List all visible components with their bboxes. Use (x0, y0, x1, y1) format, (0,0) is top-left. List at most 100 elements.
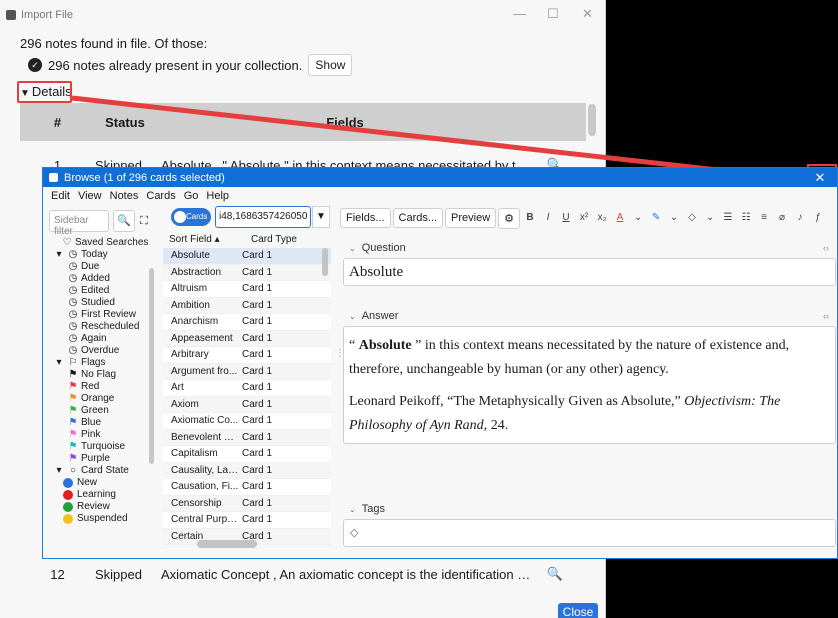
menu-view[interactable]: View (78, 190, 102, 202)
sidebar-item-card-state[interactable]: ▾ ○ Card State (53, 465, 128, 476)
minimize-icon[interactable]: — (513, 6, 526, 21)
menu-edit[interactable]: Edit (51, 190, 70, 202)
sidebar-item-first-review[interactable]: ◷ First Review (67, 309, 136, 320)
card-row[interactable]: Axiom Card 1 (163, 396, 331, 413)
align-icon[interactable]: ≡ (756, 209, 772, 227)
card-row[interactable]: Anarchism Card 1 (163, 314, 331, 331)
microphone-icon[interactable]: ♪ (792, 209, 808, 227)
italic-icon[interactable]: I (540, 209, 556, 227)
card-row[interactable]: Arbitrary Card 1 (163, 347, 331, 364)
card-row[interactable]: Causality, Law of Card 1 (163, 462, 331, 479)
answer-prefix: “ (349, 338, 359, 353)
tags-label[interactable]: ⌄ Tags (349, 503, 385, 515)
tags-field[interactable]: ◇ (343, 519, 836, 547)
attachment-icon[interactable]: ⌀ (774, 209, 790, 227)
sidebar-item-blue[interactable]: ⚑ Blue (67, 417, 102, 428)
question-field[interactable]: Absolute (343, 258, 836, 286)
superscript-icon[interactable]: x² (576, 209, 592, 227)
close-icon[interactable]: ✕ (582, 6, 593, 22)
menu-help[interactable]: Help (206, 190, 229, 202)
cards-button[interactable]: Cards... (392, 208, 444, 228)
tags-label-text: Tags (361, 503, 385, 515)
card-row[interactable]: Argument fro... Card 1 (163, 363, 331, 380)
chevron-down-icon[interactable]: ⌄ (702, 209, 718, 227)
card-row[interactable]: Capitalism Card 1 (163, 446, 331, 463)
sidebar-item-suspended[interactable]: Suspended (63, 513, 128, 524)
chevron-down-icon[interactable]: ⌄ (666, 209, 682, 227)
code-icon[interactable]: ‹› (823, 243, 829, 253)
gear-icon[interactable]: ⚙ (498, 207, 521, 229)
sidebar-item-rescheduled[interactable]: ◷ Rescheduled (67, 321, 140, 332)
sidebar-item-new[interactable]: New (63, 477, 97, 488)
sidebar-filter-input[interactable]: Sidebar filter (49, 210, 109, 237)
card-row[interactable]: Central Purpose Card 1 (163, 512, 331, 529)
chevron-down-icon[interactable]: ▼ (312, 206, 330, 228)
numbered-list-icon[interactable]: ☷ (738, 209, 754, 227)
close-button[interactable]: Close (558, 603, 598, 618)
bullet-list-icon[interactable]: ☰ (720, 209, 736, 227)
sidebar-item-again[interactable]: ◷ Again (67, 333, 107, 344)
highlight-icon[interactable]: ✎ (648, 209, 664, 227)
card-row[interactable]: Axiomatic Co... Card 1 (163, 413, 331, 430)
table-scrollbar[interactable] (588, 104, 596, 136)
sidebar-item-turquoise[interactable]: ⚑ Turquoise (67, 441, 126, 452)
function-icon[interactable]: ƒ (810, 209, 826, 227)
header-sort-field[interactable]: Sort Field ▴ (163, 234, 243, 245)
select-icon[interactable]: ⛶ (137, 210, 151, 232)
sidebar-item-learning[interactable]: Learning (63, 489, 116, 500)
card-row[interactable]: Ambition Card 1 (163, 297, 331, 314)
chevron-down-icon[interactable]: ⌄ (630, 209, 646, 227)
search-icon[interactable]: 🔍 (113, 210, 135, 232)
search-input[interactable]: i48,1686357426050 (215, 206, 311, 228)
eraser-icon[interactable]: ◇ (684, 209, 700, 227)
card-row[interactable]: Altruism Card 1 (163, 281, 331, 298)
subscript-icon[interactable]: x₂ (594, 209, 610, 227)
sidebar-item-purple[interactable]: ⚑ Purple (67, 453, 110, 464)
card-row[interactable]: Causation, Fi... Card 1 (163, 479, 331, 496)
chevron-down-icon: ⌄ (349, 243, 356, 253)
sidebar-item-green[interactable]: ⚑ Green (67, 405, 109, 416)
card-row[interactable]: Art Card 1 (163, 380, 331, 397)
sidebar-item-saved-searches[interactable]: ♡ Saved Searches (61, 237, 149, 248)
card-row[interactable]: Abstraction Card 1 (163, 264, 331, 281)
header-card-type[interactable]: Card Type (243, 234, 325, 245)
sidebar-item-due[interactable]: ◷ Due (67, 261, 100, 272)
show-button[interactable]: Show (308, 54, 353, 76)
card-row[interactable]: Absolute Card 1 (163, 248, 331, 265)
answer-field[interactable]: “ Absolute ” in this context means neces… (343, 326, 836, 444)
card-row[interactable]: Benevolent Un... Card 1 (163, 429, 331, 446)
sidebar-item-pink[interactable]: ⚑ Pink (67, 429, 101, 440)
menu-go[interactable]: Go (184, 190, 199, 202)
card-row[interactable]: Censorship Card 1 (163, 495, 331, 512)
sidebar-item-review[interactable]: Review (63, 501, 110, 512)
sidebar-item-label: Flags (81, 357, 106, 368)
question-label[interactable]: ⌄ Question (349, 242, 406, 254)
sidebar-scrollbar[interactable] (149, 268, 154, 464)
underline-icon[interactable]: U (558, 209, 574, 227)
sidebar-item-orange[interactable]: ⚑ Orange (67, 393, 115, 404)
menu-notes[interactable]: Notes (110, 190, 139, 202)
close-icon[interactable]: ✕ (803, 168, 837, 187)
sidebar-item-red[interactable]: ⚑ Red (67, 381, 100, 392)
sidebar-item-today[interactable]: ▾ ◷ Today (53, 249, 107, 260)
sidebar-item-no-flag[interactable]: ⚑ No Flag (67, 369, 117, 380)
fields-button[interactable]: Fields... (340, 208, 391, 228)
sidebar-item-studied[interactable]: ◷ Studied (67, 297, 115, 308)
list-scrollbar[interactable] (322, 248, 328, 276)
preview-button[interactable]: Preview (445, 208, 497, 228)
sidebar-item-flags[interactable]: ▾ ⚐ Flags (53, 357, 105, 368)
search-icon[interactable]: 🔍 (535, 566, 575, 582)
card-sort-field: Abstraction (171, 266, 222, 278)
bold-icon[interactable]: B (522, 209, 538, 227)
code-icon[interactable]: ‹› (823, 311, 829, 321)
card-row[interactable]: Appeasement Card 1 (163, 330, 331, 347)
sidebar-item-edited[interactable]: ◷ Edited (67, 285, 110, 296)
sidebar-item-overdue[interactable]: ◷ Overdue (67, 345, 120, 356)
maximize-icon[interactable]: ☐ (547, 6, 559, 22)
sidebar-item-added[interactable]: ◷ Added (67, 273, 110, 284)
menu-cards[interactable]: Cards (146, 190, 175, 202)
answer-label[interactable]: ⌄ Answer (349, 310, 398, 322)
cards-notes-toggle[interactable]: Cards (171, 208, 211, 226)
text-color-icon[interactable]: A (612, 209, 628, 227)
list-horizontal-scrollbar[interactable] (197, 540, 257, 548)
